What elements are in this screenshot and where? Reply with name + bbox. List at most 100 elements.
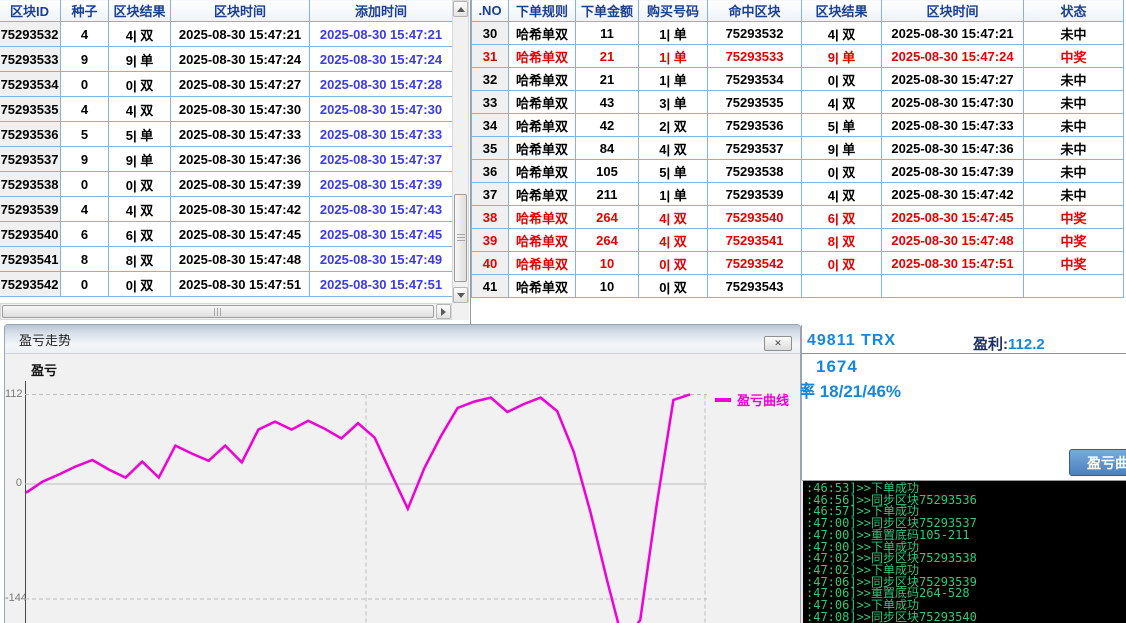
log-console[interactable]: :46:53]>>下单成功:46:56]>>同步区块75293536:46:57… [801, 480, 1126, 623]
table-row[interactable]: 7529353655| 单2025-08-30 15:47:332025-08-… [0, 122, 453, 147]
table-cell: 75293532 [708, 22, 802, 45]
table-row[interactable]: 31哈希单双211| 单752935339| 单2025-08-30 15:47… [472, 45, 1124, 68]
table-row[interactable]: 7529353944| 双2025-08-30 15:47:422025-08-… [0, 197, 453, 222]
table-cell: 34 [472, 114, 509, 137]
column-header-block-result[interactable]: 区块结果 [802, 0, 882, 22]
divider [802, 353, 1126, 354]
table-row[interactable]: 7529354188| 双2025-08-30 15:47:482025-08-… [0, 247, 453, 272]
stats-panel: 49811 TRX 盈利:112.2 1674 率 18/21/46% 盈亏曲线 [801, 325, 1126, 480]
table-cell: 中奖 [1024, 252, 1124, 275]
table-row[interactable]: 7529354066| 双2025-08-30 15:47:452025-08-… [0, 222, 453, 247]
table-row[interactable]: 35哈希单双844| 双752935379| 单2025-08-30 15:47… [472, 137, 1124, 160]
column-header-seed[interactable]: 种子 [61, 0, 109, 22]
table-row[interactable]: 7529353799| 单2025-08-30 15:47:362025-08-… [0, 147, 453, 172]
table-cell: 1| 单 [639, 183, 708, 206]
table-row[interactable]: 30哈希单双111| 单752935324| 双2025-08-30 15:47… [472, 22, 1124, 45]
column-header-block-result[interactable]: 区块结果 [109, 0, 171, 22]
table-cell: 75293537 [708, 137, 802, 160]
table-cell: 2025-08-30 15:47:27 [171, 72, 310, 97]
vertical-scrollbar[interactable] [452, 0, 469, 303]
close-icon: ✕ [774, 338, 782, 349]
table-row[interactable]: 37哈希单双2111| 单752935394| 双2025-08-30 15:4… [472, 183, 1124, 206]
horizontal-scrollbar[interactable] [0, 303, 452, 320]
table-row[interactable]: 7529353400| 双2025-08-30 15:47:272025-08-… [0, 72, 453, 97]
table-cell: 4| 双 [639, 137, 708, 160]
table-row[interactable]: 38哈希单双2644| 双752935406| 双2025-08-30 15:4… [472, 206, 1124, 229]
column-header-block-time[interactable]: 区块时间 [882, 0, 1024, 22]
table-cell: 2025-08-30 15:47:33 [882, 114, 1024, 137]
scroll-up-button[interactable] [453, 1, 468, 17]
table-cell: 75293538 [708, 160, 802, 183]
table-row[interactable]: 7529354200| 双2025-08-30 15:47:512025-08-… [0, 272, 453, 297]
table-cell: 哈希单双 [509, 229, 576, 252]
table-cell: 32 [472, 68, 509, 91]
table-cell: 0| 双 [802, 160, 882, 183]
table-row[interactable]: 34哈希单双422| 双752935365| 单2025-08-30 15:47… [472, 114, 1124, 137]
vertical-scrollbar-thumb[interactable] [454, 194, 467, 282]
table-row[interactable]: 36哈希单双1055| 单752935380| 双2025-08-30 15:4… [472, 160, 1124, 183]
table-cell: 2025-08-30 15:47:21 [171, 22, 310, 47]
column-header-block-id[interactable]: 区块ID [0, 0, 61, 22]
table-cell: 0| 双 [802, 68, 882, 91]
table-row[interactable]: 7529353544| 双2025-08-30 15:47:302025-08-… [0, 97, 453, 122]
profit-chart [5, 354, 801, 623]
horizontal-scrollbar-thumb[interactable] [2, 305, 434, 318]
profit-label: 盈利: [973, 336, 1008, 353]
table-cell: 5 [61, 122, 109, 147]
table-cell: 10 [576, 275, 639, 298]
scroll-down-button[interactable] [453, 287, 468, 303]
scroll-right-button[interactable] [436, 304, 451, 319]
scrollbar-corner [452, 303, 469, 320]
table-cell: 3| 单 [639, 91, 708, 114]
column-header-order-rule[interactable]: 下单规则 [509, 0, 576, 22]
table-cell: 9| 单 [109, 147, 171, 172]
table-row[interactable]: 40哈希单双100| 双752935420| 双2025-08-30 15:47… [472, 252, 1124, 275]
table-header-row: 区块ID 种子 区块结果 区块时间 添加时间 [0, 0, 453, 22]
table-cell: 4| 双 [802, 91, 882, 114]
column-header-added-time[interactable]: 添加时间 [310, 0, 453, 22]
table-cell: 75293542 [708, 252, 802, 275]
profit-curve-button[interactable]: 盈亏曲线 [1069, 449, 1126, 476]
column-header-order-amount[interactable]: 下单金额 [576, 0, 639, 22]
log-line: :47:08]>>同步区块75293540 [806, 612, 1126, 623]
table-cell: 中奖 [1024, 45, 1124, 68]
table-cell: 75293536 [708, 114, 802, 137]
table-cell: 75293533 [708, 45, 802, 68]
table-cell: 2025-08-30 15:47:43 [310, 197, 453, 222]
blocks-table-body: 7529353244| 双2025-08-30 15:47:212025-08-… [0, 22, 453, 297]
window-titlebar[interactable]: 盈亏走势 ✕ [5, 325, 800, 354]
table-row[interactable]: 41哈希单双100| 双75293543 [472, 275, 1124, 298]
column-header-hit-block[interactable]: 命中区块 [708, 0, 802, 22]
arrow-right-icon [441, 308, 446, 316]
table-row[interactable]: 7529353244| 双2025-08-30 15:47:212025-08-… [0, 22, 453, 47]
table-cell [802, 275, 882, 298]
table-cell: 2025-08-30 15:47:37 [310, 147, 453, 172]
column-header-status[interactable]: 状态 [1024, 0, 1124, 22]
table-cell: 75293539 [708, 183, 802, 206]
close-button[interactable]: ✕ [764, 336, 792, 351]
count-text: 1674 [816, 357, 858, 377]
column-header-block-time[interactable]: 区块时间 [171, 0, 310, 22]
table-cell: 2025-08-30 15:47:39 [310, 172, 453, 197]
table-cell: 4 [61, 22, 109, 47]
table-row[interactable]: 7529353399| 单2025-08-30 15:47:242025-08-… [0, 47, 453, 72]
column-header-buy-number[interactable]: 购买号码 [639, 0, 708, 22]
table-cell: 未中 [1024, 137, 1124, 160]
blocks-table: 区块ID 种子 区块结果 区块时间 添加时间 7529353244| 双2025… [0, 0, 453, 297]
table-cell: 11 [576, 22, 639, 45]
table-cell: 35 [472, 137, 509, 160]
table-row[interactable]: 33哈希单双433| 单752935354| 双2025-08-30 15:47… [472, 91, 1124, 114]
table-cell: 中奖 [1024, 229, 1124, 252]
table-cell: 2025-08-30 15:47:24 [171, 47, 310, 72]
table-row[interactable]: 7529353800| 双2025-08-30 15:47:392025-08-… [0, 172, 453, 197]
table-cell: 2025-08-30 15:47:36 [882, 137, 1024, 160]
blocks-table-panel: 区块ID 种子 区块结果 区块时间 添加时间 7529353244| 双2025… [0, 0, 469, 322]
table-row[interactable]: 39哈希单双2644| 双752935418| 双2025-08-30 15:4… [472, 229, 1124, 252]
table-cell: 2025-08-30 15:47:48 [171, 247, 310, 272]
column-header-no[interactable]: .NO [472, 0, 509, 22]
table-row[interactable]: 32哈希单双211| 单752935340| 双2025-08-30 15:47… [472, 68, 1124, 91]
table-cell: 2025-08-30 15:47:49 [310, 247, 453, 272]
table-cell: 36 [472, 160, 509, 183]
table-cell: 75293538 [0, 172, 61, 197]
table-cell: 75293541 [708, 229, 802, 252]
